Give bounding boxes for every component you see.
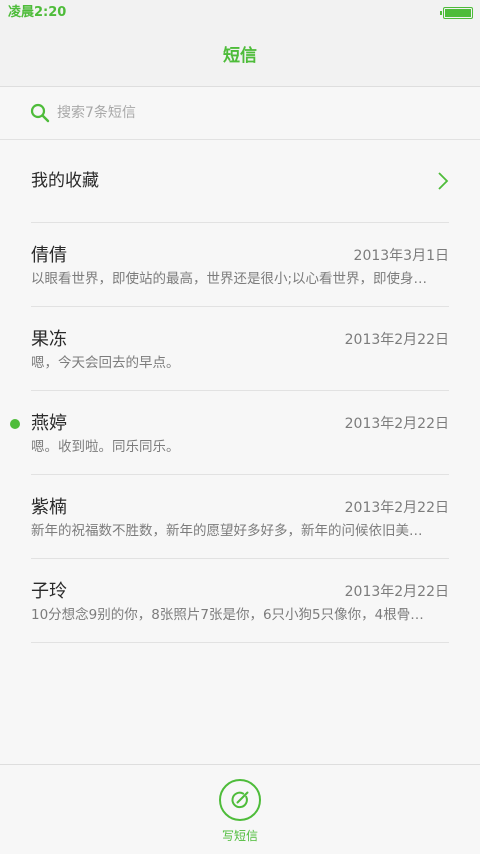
conversation-item[interactable]: 紫楠 2013年2月22日 新年的祝福数不胜数，新年的愿望好多好多，新年的问候依… (31, 475, 449, 559)
message-preview: 新年的祝福数不胜数，新年的愿望好多好多，新年的问候依旧美… (31, 523, 423, 539)
contact-name: 果冻 (31, 329, 67, 350)
chevron-right-icon (438, 172, 449, 190)
favorites-row[interactable]: 我的收藏 (31, 140, 449, 223)
message-preview: 以眼看世界，即使站的最高，世界还是很小;以心看世界，即使身… (31, 271, 428, 287)
compose-icon (231, 791, 249, 809)
compose-button[interactable]: 写短信 (200, 777, 280, 847)
conversation-item[interactable]: 果冻 2013年2月22日 嗯，今天会回去的早点。 (31, 307, 449, 391)
bottom-bar: 写短信 (0, 764, 480, 854)
conversation-item[interactable]: 子玲 2013年2月22日 10分想念9别的你，8张照片7张是你，6只小狗5只像… (31, 559, 449, 643)
title-bar: 短信 (0, 26, 480, 87)
status-time: 凌晨2:20 (8, 5, 67, 20)
conversation-item[interactable]: 燕婷 2013年2月22日 嗯。收到啦。同乐同乐。 (10, 391, 449, 475)
search-input[interactable] (57, 101, 437, 125)
status-bar: 凌晨2:20 (0, 0, 480, 26)
message-date: 2013年2月22日 (344, 332, 449, 348)
page-title: 短信 (223, 46, 257, 66)
message-date: 2013年2月22日 (344, 500, 449, 516)
compose-label: 写短信 (221, 829, 258, 843)
message-preview: 嗯。收到啦。同乐同乐。 (31, 439, 180, 455)
search-icon (30, 103, 50, 123)
contact-name: 燕婷 (31, 413, 67, 434)
contact-name: 倩倩 (31, 245, 67, 266)
favorites-label: 我的收藏 (31, 171, 99, 191)
conversation-item[interactable]: 倩倩 2013年3月1日 以眼看世界，即使站的最高，世界还是很小;以心看世界，即… (31, 223, 449, 307)
message-preview: 嗯，今天会回去的早点。 (31, 355, 180, 371)
message-date: 2013年2月22日 (344, 416, 449, 432)
message-preview: 10分想念9别的你，8张照片7张是你，6只小狗5只像你，4根骨… (31, 607, 424, 623)
compose-circle (219, 779, 261, 821)
message-date: 2013年2月22日 (344, 584, 449, 600)
contact-name: 子玲 (31, 581, 67, 602)
unread-dot-icon (10, 419, 20, 429)
battery-icon (440, 7, 473, 19)
message-date: 2013年3月1日 (353, 248, 449, 264)
contact-name: 紫楠 (31, 497, 67, 518)
search-bar[interactable] (0, 87, 480, 140)
